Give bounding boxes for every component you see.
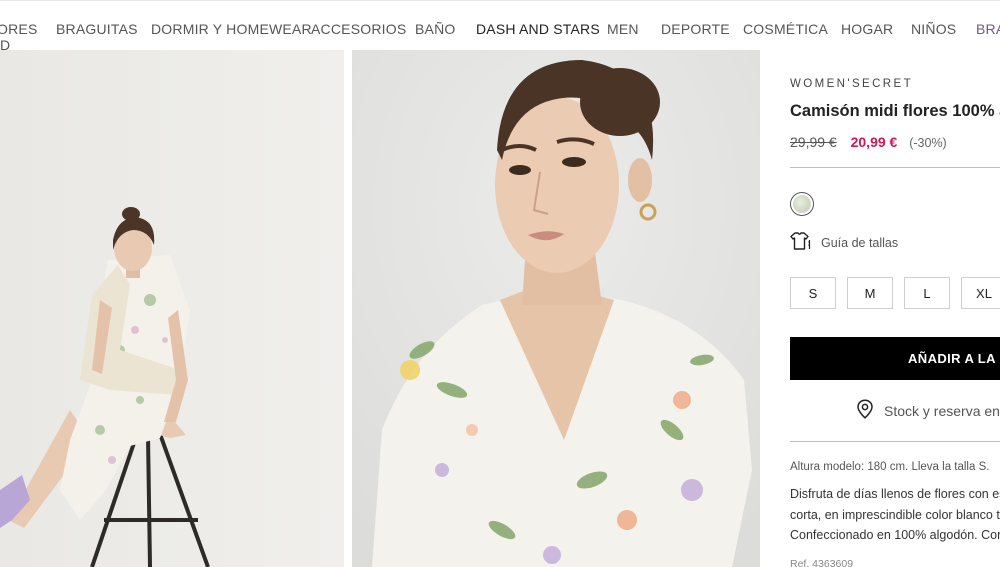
product-gallery: [0, 50, 760, 567]
size-button-m[interactable]: M: [847, 277, 893, 309]
discount-badge: (-30%): [909, 136, 947, 150]
sale-price: 20,99 €: [850, 134, 898, 150]
nav-item-deporte[interactable]: DEPORTE: [661, 21, 730, 37]
product-title: Camisón midi flores 100% alg: [790, 102, 1000, 120]
nav-item-men[interactable]: MEN: [607, 21, 639, 37]
product-photo-full-body[interactable]: [0, 50, 344, 567]
color-swatch-floral[interactable]: [790, 192, 814, 216]
top-navigation: ORES BRAGUITAS DORMIR Y HOMEWEAR ACCESORIOS…: [0, 0, 1000, 50]
nav-item-dormir-y-homewear[interactable]: DORMIR Y HOMEWEAR: [151, 21, 312, 37]
product-photo-closeup[interactable]: [352, 50, 760, 567]
nav-item-baño[interactable]: BAÑO: [415, 21, 455, 37]
size-guide-link[interactable]: Guía de tallas: [790, 231, 899, 255]
nav-item-dash-and-stars[interactable]: DASH AND STARS: [476, 21, 600, 37]
nav-item-braguitas[interactable]: BRAGUITAS: [56, 21, 138, 37]
model-seated-illustration: [0, 50, 344, 567]
nav-item-accesorios[interactable]: ACCESORIOS: [311, 21, 406, 37]
stock-reserve-link[interactable]: Stock y reserva en: [856, 398, 1000, 424]
size-selector: S M L XL: [790, 277, 1000, 309]
description-line: corta, en imprescindible color blanco ta…: [790, 507, 1000, 522]
nav-overflow-text: D: [0, 37, 11, 50]
size-button-xl[interactable]: XL: [961, 277, 1000, 309]
tshirt-ruler-icon: [790, 231, 811, 255]
swatch-fill: [793, 195, 811, 213]
original-price: 29,99 €: [790, 134, 837, 150]
size-guide-label: Guía de tallas: [821, 236, 899, 250]
nav-item-bra[interactable]: BRA: [976, 21, 1000, 37]
description-line: Disfruta de días llenos de flores con es…: [790, 487, 1000, 501]
product-info-panel: WOMEN'SECRET Camisón midi flores 100% al…: [760, 50, 1000, 567]
nav-item-hogar[interactable]: HOGAR: [841, 21, 893, 37]
brand-name: WOMEN'SECRET: [790, 78, 913, 90]
model-info: Altura modelo: 180 cm. Lleva la talla S.: [790, 461, 990, 473]
product-description: Disfruta de días llenos de flores con es…: [790, 487, 1000, 549]
location-pin-icon: [856, 398, 874, 424]
nav-item-cosmética[interactable]: COSMÉTICA: [743, 21, 828, 37]
divider: [790, 167, 1000, 168]
nav-menu: ORES BRAGUITAS DORMIR Y HOMEWEAR ACCESORIOS…: [0, 1, 1000, 50]
size-button-s[interactable]: S: [790, 277, 836, 309]
description-line: Confeccionado en 100% algodón. Con m: [790, 528, 1000, 542]
nav-item-niños[interactable]: NIÑOS: [911, 21, 956, 37]
stock-reserve-label: Stock y reserva en: [884, 403, 1000, 419]
size-button-l[interactable]: L: [904, 277, 950, 309]
product-reference: Ref. 4363609: [790, 558, 854, 567]
add-to-bag-button[interactable]: AÑADIR A LA BO: [790, 337, 1000, 380]
model-closeup-illustration: [352, 50, 760, 567]
price-block: 29,99 € 20,99 € (-30%): [790, 134, 947, 150]
divider: [790, 441, 1000, 442]
nav-item-ores[interactable]: ORES: [0, 21, 37, 37]
